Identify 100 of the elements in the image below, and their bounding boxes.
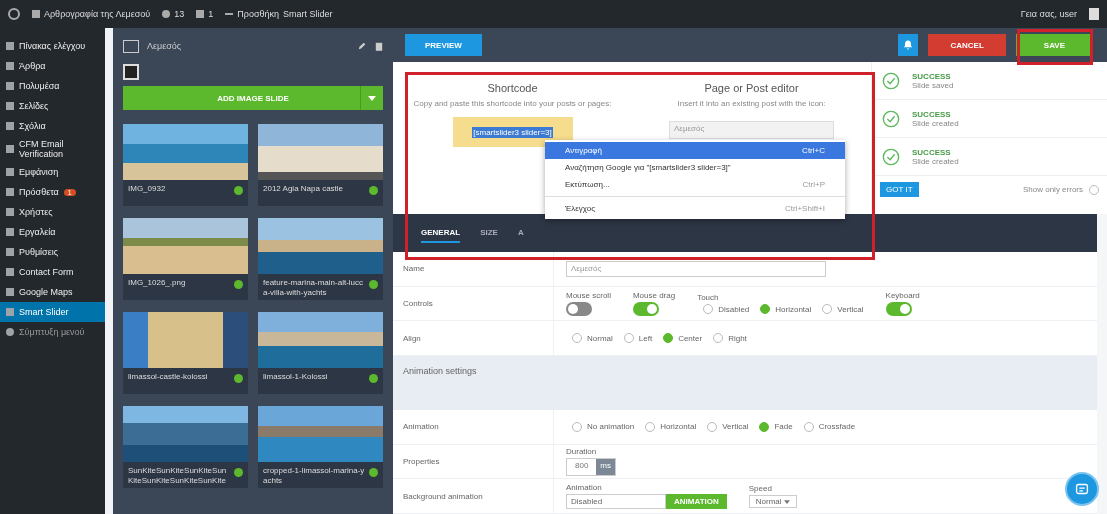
slide-title: 2012 Agia Napa castle	[263, 184, 345, 194]
sidebar-item[interactable]: Εργαλεία	[0, 222, 105, 242]
radio-label: Horizontal	[775, 304, 812, 314]
option-label: Keyboard	[885, 291, 920, 301]
radio-label: Center	[678, 333, 703, 343]
slide-card[interactable]: IMG_1026_.png	[123, 218, 248, 300]
radio-label: Vertical	[837, 304, 864, 314]
slide-card[interactable]: limassol-castle-kolossi	[123, 312, 248, 394]
menu-item-icon	[6, 288, 14, 296]
radio-label: Horizontal	[660, 422, 697, 432]
published-status-icon[interactable]	[234, 186, 243, 195]
sidebar-item[interactable]: Contact Form	[0, 262, 105, 282]
published-status-icon[interactable]	[369, 186, 378, 195]
bell-icon[interactable]	[898, 34, 919, 56]
menu-item-icon	[6, 228, 14, 236]
success-check-icon	[882, 147, 900, 166]
toggle-switch[interactable]	[632, 302, 659, 317]
slide-card[interactable]: feature-marina-main-alt-lucca-villa-with-yachts	[258, 218, 383, 300]
radio-label: Disabled	[718, 304, 750, 314]
menu-item-icon	[6, 122, 14, 130]
slide-card[interactable]: cropped-1-limassol-marina-yachts	[258, 406, 383, 488]
settings-tab[interactable]: GENERAL	[421, 223, 461, 243]
toggle-switch[interactable]	[885, 302, 912, 317]
slide-card[interactable]: SunKiteSunKiteSunKiteSunKiteSunKiteSunKiteSunKite	[123, 406, 248, 488]
shortcode-title: Shortcode	[487, 82, 538, 94]
option-label: Mouse drag	[632, 291, 676, 301]
menu-item-icon	[6, 208, 14, 216]
comments-count[interactable]: 1	[208, 9, 214, 19]
editor-hint: Insert it into an existing post with the icon:	[677, 99, 826, 108]
published-status-icon[interactable]	[369, 374, 378, 383]
radio-label: Normal	[587, 333, 613, 343]
published-status-icon[interactable]	[369, 280, 378, 289]
field-label: Background animation	[402, 491, 484, 501]
caret-icon[interactable]	[783, 500, 790, 505]
success-check-icon	[882, 71, 900, 90]
option-label: Speed	[748, 484, 773, 494]
settings-tab[interactable]: SIZE	[480, 223, 498, 243]
context-menu-item[interactable]: Αντιγραφή Ctrl+C	[545, 142, 845, 159]
option-label: Animation	[566, 483, 603, 493]
caret-icon[interactable]	[368, 95, 376, 101]
sidebar-item[interactable]: Χρήστες	[0, 202, 105, 222]
notification-title: SUCCESS	[912, 147, 952, 157]
speed-select[interactable]: Normal	[748, 495, 797, 509]
animation-input[interactable]: Disabled	[566, 494, 666, 510]
sidebar-item[interactable]: Πίνακας ελέγχου	[0, 36, 105, 56]
collapse-menu-item[interactable]: Σύμπτυξη μενού	[0, 322, 105, 342]
notification-title: SUCCESS	[912, 109, 952, 119]
greeting-link[interactable]: Γεια σας, user	[1020, 9, 1077, 19]
context-menu-item[interactable]: Εκτύπωση... Ctrl+P	[545, 176, 845, 193]
radio-button[interactable]	[663, 333, 674, 344]
slide-card[interactable]: 2012 Agia Napa castle	[258, 124, 383, 206]
slide-card[interactable]: limassol-1-Kolossi	[258, 312, 383, 394]
published-status-icon[interactable]	[234, 374, 243, 383]
published-status-icon[interactable]	[234, 468, 243, 477]
pencil-icon[interactable]	[357, 41, 367, 51]
sidebar-item[interactable]: Smart Slider	[0, 302, 105, 322]
new-link[interactable]: Προσθήκη	[237, 9, 279, 19]
field-label: Properties	[402, 456, 441, 466]
sidebar-item[interactable]: Σελίδες	[0, 96, 105, 116]
sidebar-item[interactable]: Πολυμέσα	[0, 76, 105, 96]
settings-tab[interactable]: A	[517, 223, 524, 243]
slide-card[interactable]: IMG_0932	[123, 124, 248, 206]
menu-item-icon	[6, 268, 14, 276]
notification-text: Slide saved	[912, 80, 954, 90]
site-name-link[interactable]: Αρθρογραφία της Λεμεσού	[44, 9, 151, 19]
trash-icon[interactable]	[375, 41, 383, 51]
radio-button[interactable]	[759, 421, 770, 432]
context-menu-item[interactable]: Αναζήτηση Google για "[smartslider3 slider=3]"	[545, 159, 845, 176]
toggle-switch[interactable]	[566, 302, 592, 317]
plugin-link[interactable]: Smart Slider	[282, 9, 333, 19]
notification-title: SUCCESS	[912, 71, 952, 81]
sidebar-item[interactable]: Google Maps	[0, 282, 105, 302]
radio-button[interactable]	[760, 304, 771, 315]
sidebar-item[interactable]: Άρθρα	[0, 56, 105, 76]
sidebar-item[interactable]: Σχόλια	[0, 116, 105, 136]
shortcode-box[interactable]: [smartslider3 slider=3]	[452, 117, 573, 147]
published-status-icon[interactable]	[369, 468, 378, 477]
notification-text: Slide created	[912, 156, 959, 166]
sidebar-item[interactable]: Εμφάνιση	[0, 162, 105, 182]
slide-title: limassol-1-Kolossi	[263, 372, 329, 382]
slide-type-icon[interactable]	[123, 64, 139, 80]
menu-item-icon	[6, 308, 14, 316]
collapse-icon	[6, 328, 14, 336]
notification-text: Slide created	[912, 118, 959, 128]
published-status-icon[interactable]	[234, 280, 243, 289]
slide-title: feature-marina-main-alt-lucca-villa-with-yachts	[263, 278, 365, 298]
context-menu-item[interactable]: Έλεγχος Ctrl+Shift+I	[545, 200, 845, 217]
menu-item-icon	[6, 102, 14, 110]
menu-item-icon	[6, 82, 14, 90]
option-label: Duration	[566, 446, 598, 456]
cancel-button[interactable]: CANCEL	[928, 34, 1006, 56]
menu-item-icon	[6, 168, 14, 176]
field-label: Align	[402, 333, 422, 343]
menu-item-icon	[6, 188, 14, 196]
radio-label: Fade	[774, 422, 793, 432]
updates-count[interactable]: 13	[174, 9, 185, 19]
show-only-errors-label: Show only errors	[1022, 185, 1083, 194]
menu-item-icon	[6, 248, 14, 256]
sidebar-item[interactable]: CFM Email Verification	[0, 136, 105, 162]
sidebar-item[interactable]: Ρυθμίσεις	[0, 242, 105, 262]
